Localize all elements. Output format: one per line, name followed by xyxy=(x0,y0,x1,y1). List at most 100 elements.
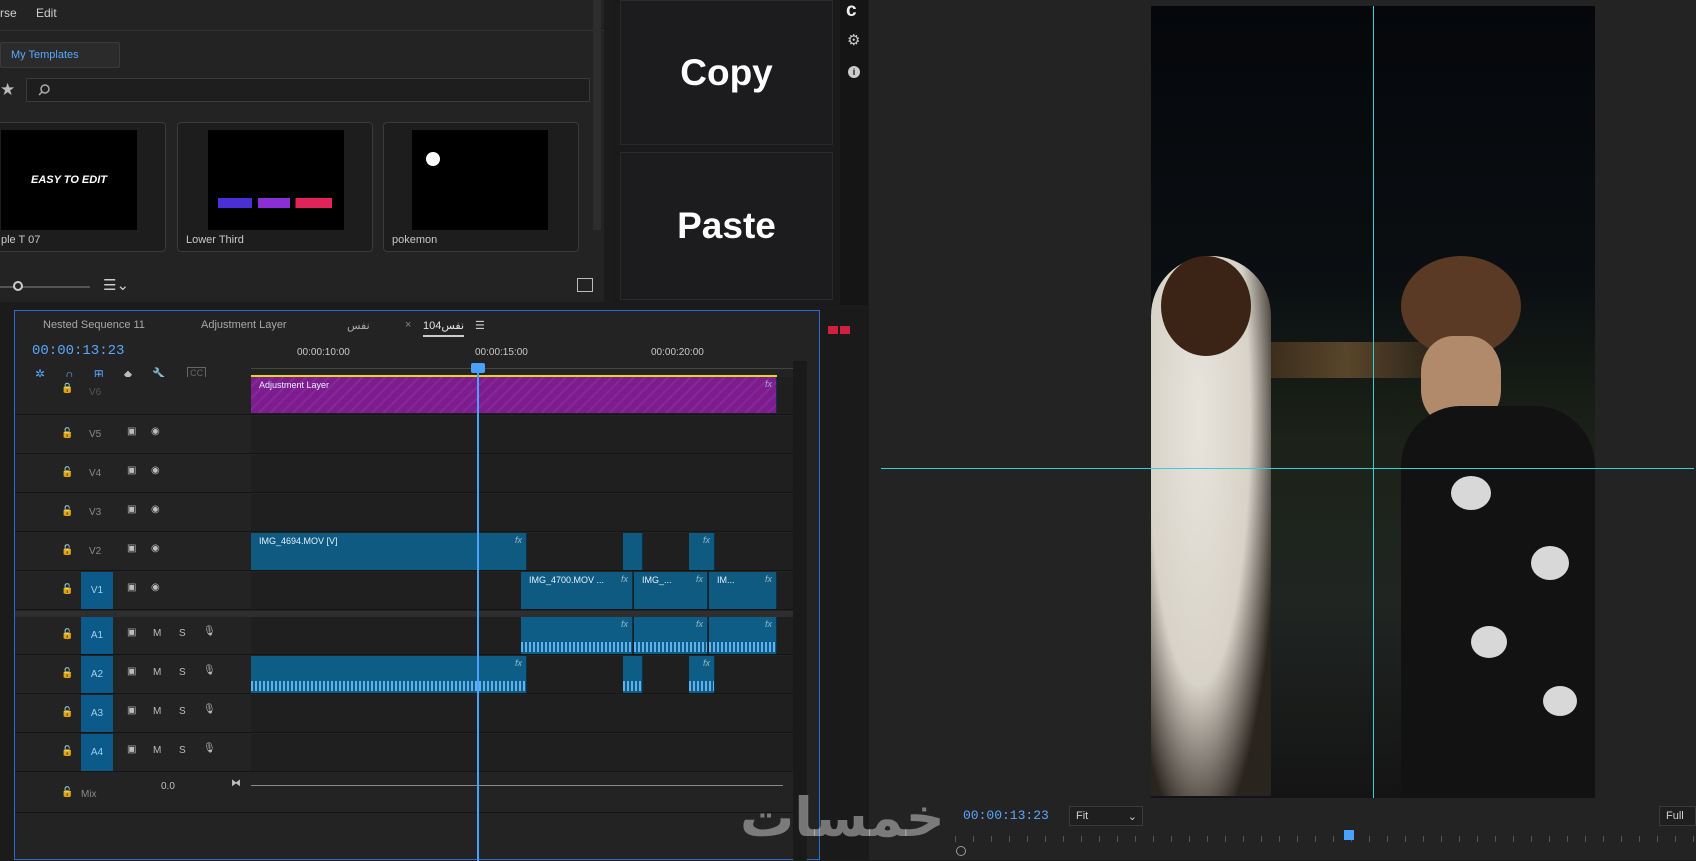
eye-icon[interactable]: ◉ xyxy=(151,543,160,554)
track-target-a1[interactable]: A1 xyxy=(81,617,113,654)
monitor-time-ruler[interactable] xyxy=(955,836,1696,842)
toggle-sync-icon[interactable]: ▣ xyxy=(127,666,136,677)
toggle-sync-icon[interactable]: ▣ xyxy=(127,582,136,593)
guide-horizontal[interactable] xyxy=(881,468,1694,469)
lock-icon[interactable]: 🔓 xyxy=(61,506,73,517)
clip-video[interactable]: IM... fx xyxy=(709,572,777,609)
toggle-sync-icon[interactable]: ▣ xyxy=(127,543,136,554)
mute-button[interactable]: M xyxy=(153,628,161,639)
mute-button[interactable]: M xyxy=(153,706,161,717)
clip-video[interactable]: IMG_4694.MOV [V] fx xyxy=(251,533,527,570)
info-icon[interactable]: i xyxy=(848,66,860,78)
search-input[interactable] xyxy=(26,78,590,102)
clip-audio[interactable]: fx xyxy=(689,656,715,693)
clip-adjustment-layer[interactable]: Adjustment Layer fx xyxy=(251,377,777,413)
time-ruler[interactable] xyxy=(251,368,793,369)
eye-icon[interactable]: ◉ xyxy=(151,426,160,437)
lock-icon[interactable]: 🔓 xyxy=(61,707,73,718)
timeline-timecode[interactable]: 00:00:13:23 xyxy=(32,343,124,359)
eye-icon[interactable]: ◉ xyxy=(151,504,160,515)
microphone-icon[interactable]: 🎙 xyxy=(203,626,216,637)
lock-icon[interactable]: 🔓 xyxy=(61,629,73,640)
playhead[interactable] xyxy=(477,368,479,861)
toggle-sync-icon[interactable]: ▣ xyxy=(127,504,136,515)
guide-vertical[interactable] xyxy=(1373,6,1374,798)
lock-icon[interactable]: 🔓 xyxy=(61,787,73,798)
scrollbar[interactable] xyxy=(593,0,601,230)
clip-audio[interactable]: fx xyxy=(521,617,633,654)
toggle-sync-icon[interactable]: ▣ xyxy=(127,705,136,716)
panel-menu-icon[interactable]: ☰ xyxy=(475,319,485,332)
lock-icon[interactable]: 🔒 xyxy=(61,383,73,394)
lock-icon[interactable]: 🔓 xyxy=(61,467,73,478)
monitor-timecode[interactable]: 00:00:13:23 xyxy=(963,808,1049,823)
toggle-sync-icon[interactable]: ▣ xyxy=(127,426,136,437)
zoom-dropdown[interactable]: Fit ⌄ xyxy=(1069,806,1143,826)
lock-icon[interactable]: 🔓 xyxy=(61,668,73,679)
lock-icon[interactable]: 🔓 xyxy=(61,545,73,556)
zoom-handle[interactable] xyxy=(956,846,966,856)
star-icon[interactable]: ★ xyxy=(0,80,15,100)
clip-video[interactable] xyxy=(623,533,643,570)
playhead-handle[interactable] xyxy=(471,363,485,373)
toggle-sync-icon[interactable]: ▣ xyxy=(127,627,136,638)
clip-video[interactable]: fx xyxy=(689,533,715,570)
eye-icon[interactable]: ◉ xyxy=(151,465,160,476)
tab-sequence[interactable]: نفس xyxy=(347,319,370,332)
solo-button[interactable]: S xyxy=(179,628,186,639)
tab-browse[interactable]: rse xyxy=(0,6,17,20)
eye-icon[interactable]: ◉ xyxy=(151,582,160,593)
mute-button[interactable]: M xyxy=(153,667,161,678)
template-thumbnail xyxy=(412,130,548,230)
template-thumbnail: EASY TO EDIT xyxy=(1,130,137,230)
my-templates-button[interactable]: My Templates xyxy=(0,42,120,68)
tab-sequence[interactable]: Nested Sequence 11 xyxy=(43,319,145,331)
mix-volume-value[interactable]: 0.0 xyxy=(161,781,175,792)
close-icon[interactable]: × xyxy=(405,319,411,331)
tab-sequence-active[interactable]: نفس104 xyxy=(423,319,465,337)
resolution-dropdown[interactable]: Full xyxy=(1659,806,1696,826)
lock-icon[interactable]: 🔓 xyxy=(61,584,73,595)
gear-icon[interactable]: ⚙ xyxy=(847,31,860,49)
tab-edit[interactable]: Edit xyxy=(36,6,57,20)
track-target-v1[interactable]: V1 xyxy=(81,572,113,609)
solo-button[interactable]: S xyxy=(179,745,186,756)
video-preview[interactable] xyxy=(1151,6,1595,798)
slider-handle[interactable] xyxy=(13,281,23,291)
copy-button[interactable]: Copy xyxy=(620,0,833,145)
template-card[interactable]: EASY TO EDIT ple T 07 xyxy=(0,122,166,252)
clip-video[interactable]: IMG_4700.MOV ... fx xyxy=(521,572,633,609)
track-v5: 🔓 V5 ▣ ◉ xyxy=(15,416,793,454)
track-name: V3 xyxy=(89,507,102,518)
microphone-icon[interactable]: 🎙 xyxy=(203,704,216,715)
toggle-sync-icon[interactable]: ▣ xyxy=(127,465,136,476)
monitor-playhead[interactable] xyxy=(1344,830,1354,840)
lock-icon[interactable]: 🔓 xyxy=(61,746,73,757)
track-target-a3[interactable]: A3 xyxy=(81,695,113,732)
track-name: V6 xyxy=(89,387,102,398)
solo-button[interactable]: S xyxy=(179,667,186,678)
solo-button[interactable]: S xyxy=(179,706,186,717)
microphone-icon[interactable]: 🎙 xyxy=(203,665,216,676)
audio-meters xyxy=(820,310,868,860)
clip-audio[interactable]: fx xyxy=(251,656,527,693)
track-target-a2[interactable]: A2 xyxy=(81,656,113,693)
clip-video[interactable]: IMG_... fx xyxy=(634,572,708,609)
template-card[interactable]: Lower Third xyxy=(177,122,373,252)
microphone-icon[interactable]: 🎙 xyxy=(203,743,216,754)
tab-sequence[interactable]: Adjustment Layer xyxy=(201,319,287,331)
template-card[interactable]: pokemon xyxy=(383,122,579,252)
lock-icon[interactable]: 🔓 xyxy=(61,428,73,439)
track-a4: 🔓 A4 ▣ M S 🎙 xyxy=(15,734,793,772)
clip-audio[interactable] xyxy=(623,656,643,693)
mute-button[interactable]: M xyxy=(153,745,161,756)
new-layer-icon[interactable] xyxy=(577,278,593,292)
toggle-sync-icon[interactable]: ▣ xyxy=(127,744,136,755)
track-target-a4[interactable]: A4 xyxy=(81,734,113,771)
clip-audio[interactable]: fx xyxy=(709,617,777,654)
c-logo-icon[interactable]: c xyxy=(846,0,857,22)
paste-button[interactable]: Paste xyxy=(620,152,833,300)
sort-list-icon[interactable]: ☰⌄ xyxy=(103,276,129,294)
clip-audio[interactable]: fx xyxy=(634,617,708,654)
mix-pan-icon[interactable]: ⧓ xyxy=(231,778,241,789)
